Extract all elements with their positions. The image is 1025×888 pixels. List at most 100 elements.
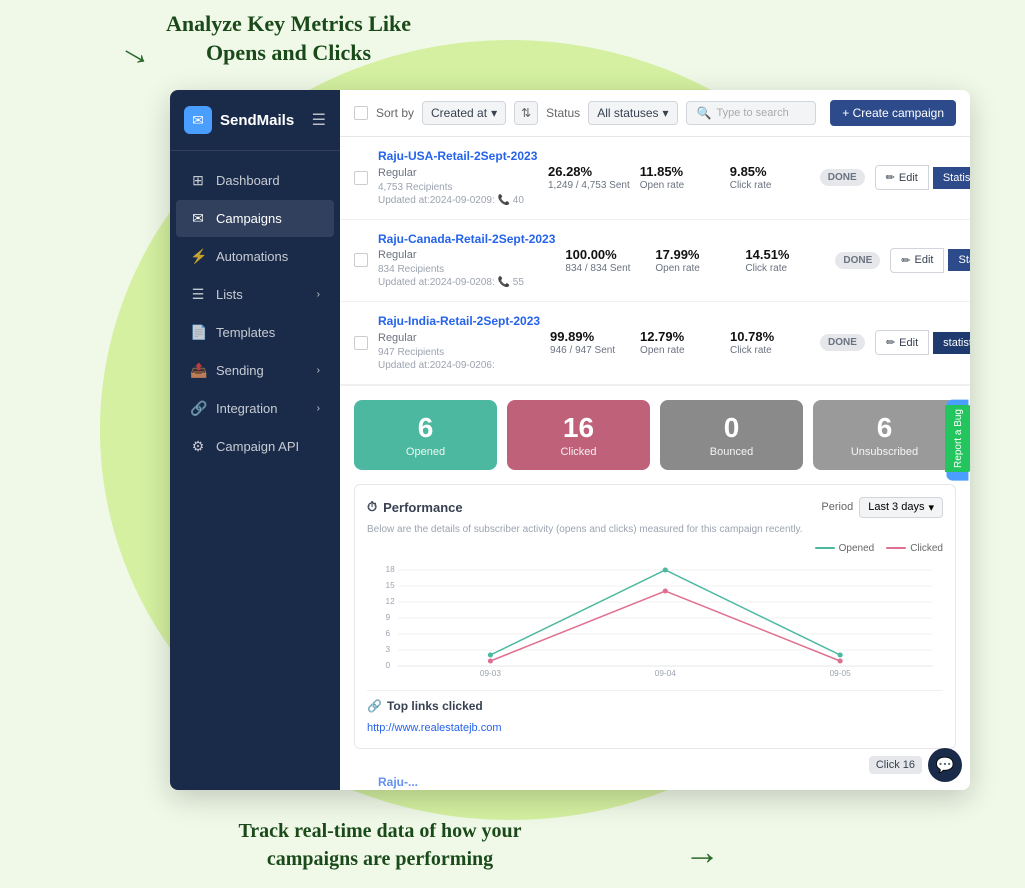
campaign-1-checkbox[interactable] [354,171,368,185]
campaign-2-delivery: 100.00% 834 / 834 Sent [565,247,645,274]
campaign-3-statistics-button[interactable]: statistics [933,332,970,354]
top-annotation-text: Analyze Key Metrics Like Opens and Click… [166,10,411,67]
clicked-count: 16 [519,412,638,444]
campaign-2-name[interactable]: Raju-Canada-Retail-2Sept-2023 [378,232,555,248]
svg-text:15: 15 [386,581,396,590]
campaign-1-edit-button[interactable]: ✏ Edit [875,165,929,190]
campaign-1-actions: ✏ Edit Statistics ▾ [875,165,970,190]
svg-text:6: 6 [386,629,391,638]
campaign-1-statistics-button[interactable]: Statistics [933,167,970,189]
sort-button[interactable]: Created at ▾ [422,101,506,125]
top-links-title: 🔗 Top links clicked [367,699,943,713]
templates-icon: 📄 [190,324,206,341]
sidebar-item-lists[interactable]: ☰ Lists › [176,276,334,313]
top-link-url[interactable]: http://www.realestatejb.com [367,722,502,734]
integration-arrow-icon: › [317,403,320,414]
stats-cards-row: 6 Opened 16 Clicked 0 Bounced 6 Unsubscr… [354,400,956,470]
status-filter-button[interactable]: All statuses ▾ [588,101,677,125]
clicked-card: 16 Clicked [507,400,650,470]
filter-button[interactable]: ⇅ [514,101,538,125]
campaign-row: Raju-Canada-Retail-2Sept-2023 Regular 83… [340,220,970,303]
opened-count: 6 [366,412,485,444]
campaign-1-name[interactable]: Raju-USA-Retail-2Sept-2023 [378,149,538,165]
sending-icon: 📤 [190,362,206,379]
svg-text:09-03: 09-03 [480,669,502,678]
campaign-3-info: Raju-India-Retail-2Sept-2023 Regular 947… [378,314,540,372]
sidebar-item-campaign-api[interactable]: ⚙ Campaign API [176,428,334,465]
sidebar-item-sending[interactable]: 📤 Sending › [176,352,334,389]
search-box: 🔍 Type to search [686,101,816,125]
campaign-3-open-rate: 12.79% Open rate [640,329,720,356]
edit-pencil-icon-3: ✏ [886,336,895,349]
legend-opened-line [815,547,835,549]
campaign-2-edit-button[interactable]: ✏ Edit [890,248,944,273]
sidebar-item-automations[interactable]: ⚡ Automations [176,238,334,275]
lists-icon: ☰ [190,286,206,303]
link-icon: 🔗 [367,699,382,713]
performance-title: ⏱ Performance [367,499,463,515]
bottom-annotation: Track real-time data of how your campaig… [80,817,680,873]
sidebar-item-integration[interactable]: 🔗 Integration › [176,390,334,427]
sidebar: ✉ SendMails ☰ ⊞ Dashboard ✉ Campaigns ⚡ … [170,90,340,790]
bounced-card: 0 Bounced [660,400,803,470]
top-annotation: → Analyze Key Metrics Like Opens and Cli… [200,10,411,67]
period-button[interactable]: Last 3 days ▾ [859,497,943,518]
campaign-4-name[interactable]: Raju-... [378,775,538,790]
legend-clicked: Clicked [886,543,943,554]
svg-text:0: 0 [386,661,391,670]
status-label: Status [546,106,580,120]
clicked-label: Clicked [519,446,638,458]
performance-section: ⏱ Performance Period Last 3 days ▾ Below… [354,484,956,749]
bounced-count: 0 [672,412,791,444]
campaign-row: Raju-India-Retail-2Sept-2023 Regular 947… [340,302,970,385]
sort-label: Sort by [376,106,414,120]
opened-card: 6 Opened [354,400,497,470]
status-dropdown-icon: ▾ [663,106,669,120]
bottom-annotation-text: Track real-time data of how your campaig… [80,817,680,873]
campaign-3-edit-button[interactable]: ✏ Edit [875,330,929,355]
campaign-3-checkbox[interactable] [354,336,368,350]
logo-icon: ✉ [184,106,212,134]
campaign-3-delivery: 99.89% 946 / 947 Sent [550,329,630,356]
main-content: Admin Area Report a Bug Sort by Created … [340,90,970,790]
automations-icon: ⚡ [190,248,206,265]
logo-text: SendMails [220,112,294,129]
clock-icon: ⏱ [367,499,377,515]
sidebar-item-campaigns[interactable]: ✉ Campaigns [176,200,334,237]
select-all-checkbox[interactable] [354,106,368,120]
sidebar-item-templates[interactable]: 📄 Templates [176,314,334,351]
campaign-row: Raju-USA-Retail-2Sept-2023 Regular 4,753… [340,137,970,220]
campaign-1-info: Raju-USA-Retail-2Sept-2023 Regular 4,753… [378,149,538,207]
svg-text:3: 3 [386,645,391,654]
menu-toggle-icon[interactable]: ☰ [312,110,326,130]
unsub-label: Unsubscribed [825,446,944,458]
top-links-section: 🔗 Top links clicked http://www.realestat… [367,690,943,736]
chart-legend: Opened Clicked [367,543,943,554]
campaign-2-click-rate: 14.51% Click rate [745,247,825,274]
sidebar-logo: ✉ SendMails ☰ [170,90,340,151]
app-window: ✉ SendMails ☰ ⊞ Dashboard ✉ Campaigns ⚡ … [170,90,970,790]
campaign-4-info: Raju-... Regular 770 Re... Upda...0203: [378,775,538,790]
campaign-1-click-rate: 9.85% Click rate [730,164,810,191]
sort-dropdown-icon: ▾ [491,106,497,120]
svg-text:09-05: 09-05 [830,669,852,678]
campaign-3-actions: ✏ Edit statistics ▾ [875,330,970,355]
campaign-list: Raju-USA-Retail-2Sept-2023 Regular 4,753… [340,137,970,790]
unsubscribed-card: 6 Unsubscribed [813,400,956,470]
campaign-3-name[interactable]: Raju-India-Retail-2Sept-2023 [378,314,540,330]
campaign-1-status: DONE [820,169,865,186]
campaign-2-statistics-button[interactable]: Statistics [948,249,970,271]
toolbar: Sort by Created at ▾ ⇅ Status All status… [340,90,970,137]
svg-text:09-04: 09-04 [655,669,677,678]
sidebar-item-dashboard[interactable]: ⊞ Dashboard [176,162,334,199]
sending-arrow-icon: › [317,365,320,376]
report-bug-button[interactable]: Report a Bug [945,405,970,472]
campaign-2-open-rate: 17.99% Open rate [655,247,735,274]
campaign-2-actions: ✏ Edit Statistics ▾ [890,248,970,273]
create-campaign-button[interactable]: + Create campaign [830,100,956,126]
performance-description: Below are the details of subscriber acti… [367,524,943,535]
edit-pencil-icon-2: ✏ [901,254,910,267]
chat-button[interactable]: 💬 [928,748,962,782]
svg-text:12: 12 [386,597,396,606]
campaign-2-checkbox[interactable] [354,253,368,267]
